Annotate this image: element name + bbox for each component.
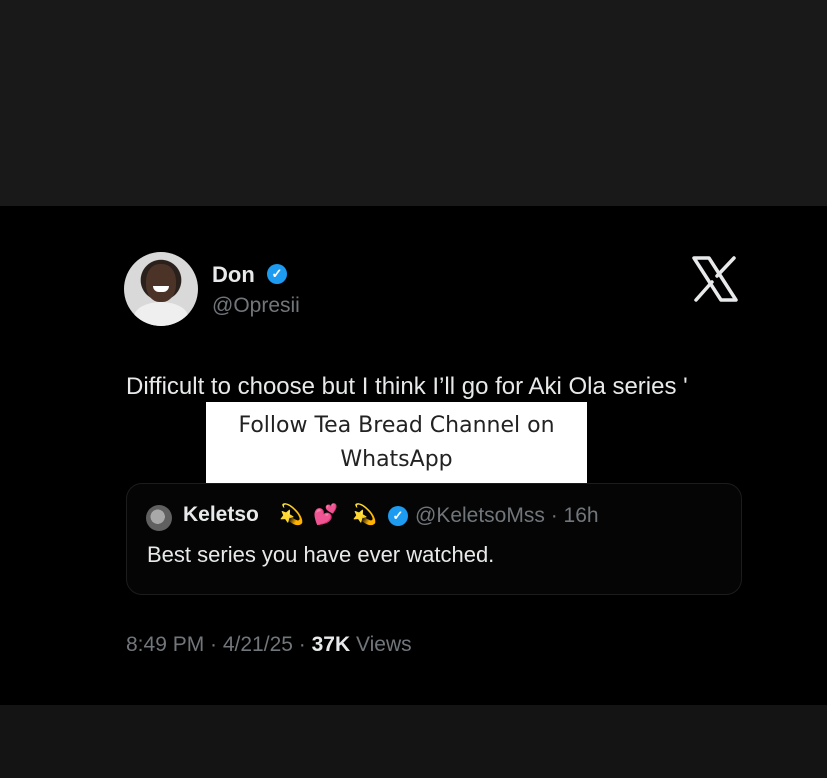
bottom-letterbox: [0, 705, 827, 778]
avatar[interactable]: [124, 252, 198, 326]
author-handle[interactable]: @Opresii: [212, 294, 300, 318]
quote-verified-badge-icon: ✓: [388, 506, 408, 526]
quote-author-name: Keletso: [183, 503, 259, 526]
top-letterbox: [0, 0, 827, 206]
author-name[interactable]: Don: [212, 262, 255, 288]
watermark-text: Follow Tea Bread Channel on WhatsApp: [238, 413, 555, 472]
watermark-banner: Follow Tea Bread Channel on WhatsApp: [206, 402, 587, 484]
x-logo-icon: [692, 256, 738, 302]
tweet-meta: 8:49 PM · 4/21/25 · 37K Views: [126, 633, 412, 657]
quote-handle-time: @KeletsoMss · 16h: [415, 504, 599, 527]
verified-badge-icon: ✓: [267, 264, 287, 284]
quote-text: Best series you have ever watched.: [147, 542, 495, 567]
tweet-text-obscured-fragment: ': [683, 373, 688, 400]
dizzy-emoji-icon: 💫: [352, 504, 377, 526]
tweet-text-body: Difficult to choose but I think I’ll go …: [126, 373, 677, 400]
tweet-timestamp[interactable]: 8:49 PM · 4/21/25 ·: [126, 633, 306, 656]
views-label: Views: [355, 633, 412, 656]
views-count: 37K: [311, 633, 351, 656]
dizzy-emoji-icon: 💫: [279, 504, 304, 526]
quoted-tweet[interactable]: [126, 483, 742, 595]
tweet-text: Difficult to choose but I think I’ll go …: [126, 368, 726, 406]
two-hearts-emoji-icon: 💕: [313, 504, 338, 526]
quote-avatar: [146, 505, 172, 531]
